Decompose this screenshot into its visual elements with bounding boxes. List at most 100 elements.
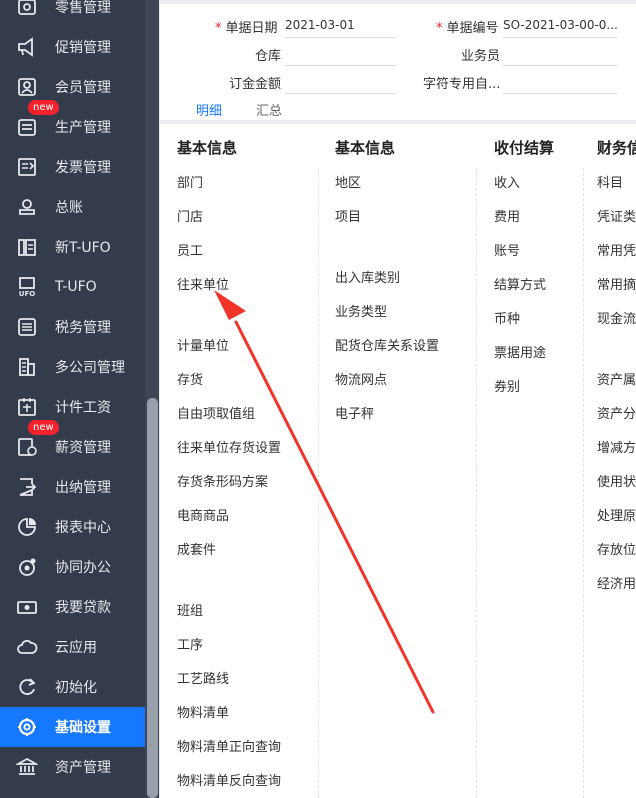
sidebar-item-tax[interactable]: 税务管理 [0, 307, 145, 347]
column-title: 财务信 [597, 139, 636, 157]
tufo-icon: UFO [16, 276, 38, 298]
piecework-icon [16, 396, 38, 418]
link-barcode-scheme[interactable]: 存货条形码方案 [177, 471, 268, 490]
sidebar-item-new-tufo[interactable]: 新T-UFO [0, 227, 145, 267]
sidebar-scrollbar-thumb[interactable] [147, 398, 158, 798]
date-field[interactable]: 2021-03-01 [285, 15, 396, 38]
sidebar-item-assets[interactable]: 资产管理 [0, 747, 145, 787]
sidebar-item-label: 协同办公 [55, 560, 111, 576]
sidebar-item-loan[interactable]: 我要贷款 [0, 587, 145, 627]
link-scale[interactable]: 电子秤 [335, 403, 374, 422]
sidebar-item-label: 资产管理 [55, 760, 111, 776]
collab-icon [16, 556, 38, 578]
production-icon [16, 116, 38, 138]
column-divider [476, 168, 477, 798]
link-account[interactable]: 账号 [494, 240, 520, 259]
link-storage-location[interactable]: 存放位 [597, 539, 636, 558]
link-project[interactable]: 项目 [335, 206, 361, 225]
new-tufo-icon [16, 236, 38, 258]
divider [160, 0, 636, 4]
link-asset-attr[interactable]: 资产属 [597, 369, 636, 388]
link-income[interactable]: 收入 [494, 172, 520, 191]
link-ecommerce-goods[interactable]: 电商商品 [177, 505, 229, 524]
sidebar-item-tufo[interactable]: UFO T-UFO [0, 267, 145, 307]
link-process[interactable]: 工序 [177, 634, 203, 653]
cashier-icon [16, 476, 38, 498]
link-kit[interactable]: 成套件 [177, 539, 216, 558]
sidebar-item-promotion[interactable]: 促销管理 [0, 27, 145, 67]
sidebar-item-basic-settings[interactable]: 基础设置 [0, 707, 145, 747]
sidebar-item-ledger[interactable]: 总账 [0, 187, 145, 227]
sidebar-item-collab[interactable]: 协同办公 [0, 547, 145, 587]
sidebar-item-production[interactable]: new 生产管理 [0, 100, 145, 147]
sidebar-item-label: 薪资管理 [55, 440, 111, 456]
sidebar-item-invoice[interactable]: 发票管理 [0, 147, 145, 187]
link-store[interactable]: 门店 [177, 206, 203, 225]
tax-icon [16, 316, 38, 338]
sidebar-item-multi-company[interactable]: 多公司管理 [0, 347, 145, 387]
sidebar-item-label: 出纳管理 [55, 480, 111, 496]
custom-field[interactable] [503, 71, 617, 94]
sidebar-item-label: 计件工资 [55, 400, 111, 416]
link-common-voucher[interactable]: 常用凭 [597, 240, 636, 259]
sidebar-item-piecework[interactable]: 计件工资 [0, 387, 145, 427]
loan-icon [16, 596, 38, 618]
link-logistics-point[interactable]: 物流网点 [335, 369, 387, 388]
svg-text:UFO: UFO [19, 290, 35, 298]
link-bom[interactable]: 物料清单 [177, 702, 229, 721]
link-settlement[interactable]: 结算方式 [494, 274, 546, 293]
link-partner-inventory[interactable]: 往来单位存货设置 [177, 437, 281, 456]
link-cash-flow[interactable]: 现金流 [597, 308, 636, 327]
link-routing[interactable]: 工艺路线 [177, 668, 229, 687]
new-badge: new [28, 100, 59, 115]
sidebar: 零售管理 促销管理 会员管理 new 生产管理 发票管理 总账 新T-UFO U… [0, 0, 145, 798]
link-change-method[interactable]: 增减方 [597, 437, 636, 456]
number-field[interactable]: SO-2021-03-00-0... [503, 15, 617, 38]
link-economic-use[interactable]: 经济用 [597, 573, 636, 592]
link-unit[interactable]: 计量单位 [177, 335, 229, 354]
sidebar-item-init[interactable]: 初始化 [0, 667, 145, 707]
sidebar-item-cloud[interactable]: 云应用 [0, 627, 145, 667]
member-icon [16, 76, 38, 98]
sidebar-item-label: 我要贷款 [55, 600, 111, 616]
sidebar-item-cashier[interactable]: 出纳管理 [0, 467, 145, 507]
link-inventory[interactable]: 存货 [177, 369, 203, 388]
salesman-label: 业务员 [461, 49, 501, 64]
link-department[interactable]: 部门 [177, 172, 203, 191]
sidebar-item-report[interactable]: 报表中心 [0, 507, 145, 547]
sidebar-item-member[interactable]: 会员管理 [0, 67, 145, 107]
link-expense[interactable]: 费用 [494, 206, 520, 225]
salesman-field[interactable] [503, 43, 617, 66]
link-business-type[interactable]: 业务类型 [335, 301, 387, 320]
required-mark: * [215, 21, 222, 36]
link-disposal-reason[interactable]: 处理原 [597, 505, 636, 524]
link-io-category[interactable]: 出入库类别 [335, 267, 400, 286]
tab-detail[interactable]: 明细 [196, 100, 222, 119]
salary-icon [16, 436, 38, 458]
link-voucher-type[interactable]: 券别 [494, 376, 520, 395]
link-bom-forward[interactable]: 物料清单正向查询 [177, 736, 281, 755]
deposit-field[interactable] [285, 71, 396, 94]
link-team[interactable]: 班组 [177, 600, 203, 619]
sidebar-item-label: 发票管理 [55, 160, 111, 176]
link-voucher-class[interactable]: 凭证类 [597, 206, 636, 225]
column-divider [583, 168, 584, 798]
basic-settings-panel [160, 124, 636, 798]
link-region[interactable]: 地区 [335, 172, 361, 191]
sidebar-item-label: 促销管理 [55, 40, 111, 56]
link-currency[interactable]: 币种 [494, 308, 520, 327]
link-subject[interactable]: 科目 [597, 172, 623, 191]
sidebar-item-retail[interactable]: 零售管理 [0, 0, 145, 27]
sidebar-item-salary[interactable]: new 薪资管理 [0, 420, 145, 467]
link-bom-reverse[interactable]: 物料清单反向查询 [177, 770, 281, 789]
link-bill-usage[interactable]: 票据用途 [494, 342, 546, 361]
warehouse-field[interactable] [285, 43, 396, 66]
link-partner[interactable]: 往来单位 [177, 274, 229, 293]
link-usage-status[interactable]: 使用状 [597, 471, 636, 490]
tab-summary[interactable]: 汇总 [256, 100, 282, 119]
link-common-summary[interactable]: 常用摘 [597, 274, 636, 293]
link-employee[interactable]: 员工 [177, 240, 203, 259]
link-free-item-group[interactable]: 自由项取值组 [177, 403, 255, 422]
link-asset-class[interactable]: 资产分 [597, 403, 636, 422]
link-warehouse-relation[interactable]: 配货仓库关系设置 [335, 335, 439, 354]
